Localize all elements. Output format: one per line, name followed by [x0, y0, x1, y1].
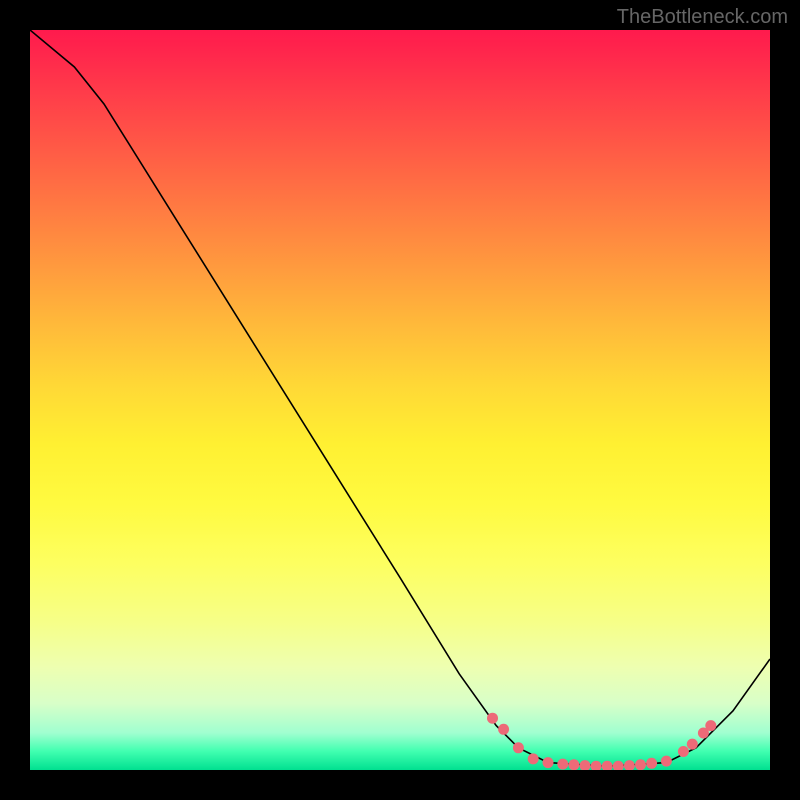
data-marker — [498, 724, 509, 735]
data-marker — [528, 753, 539, 764]
data-marker — [646, 758, 657, 769]
bottleneck-curve — [30, 30, 770, 766]
data-markers-group — [487, 713, 716, 770]
data-marker — [543, 757, 554, 768]
data-marker — [698, 728, 709, 739]
chart-gradient-background — [30, 30, 770, 770]
attribution-text: TheBottleneck.com — [617, 6, 788, 29]
data-marker — [568, 759, 579, 770]
data-marker — [661, 756, 672, 767]
data-marker — [580, 760, 591, 770]
data-marker — [705, 720, 716, 731]
data-marker — [513, 742, 524, 753]
data-marker — [557, 759, 568, 770]
data-marker — [624, 760, 635, 770]
data-marker — [487, 713, 498, 724]
data-marker — [591, 761, 602, 770]
data-marker — [602, 761, 613, 770]
data-marker — [635, 759, 646, 770]
data-marker — [613, 761, 624, 770]
chart-svg — [30, 30, 770, 770]
data-marker — [678, 746, 689, 757]
data-marker — [687, 739, 698, 750]
